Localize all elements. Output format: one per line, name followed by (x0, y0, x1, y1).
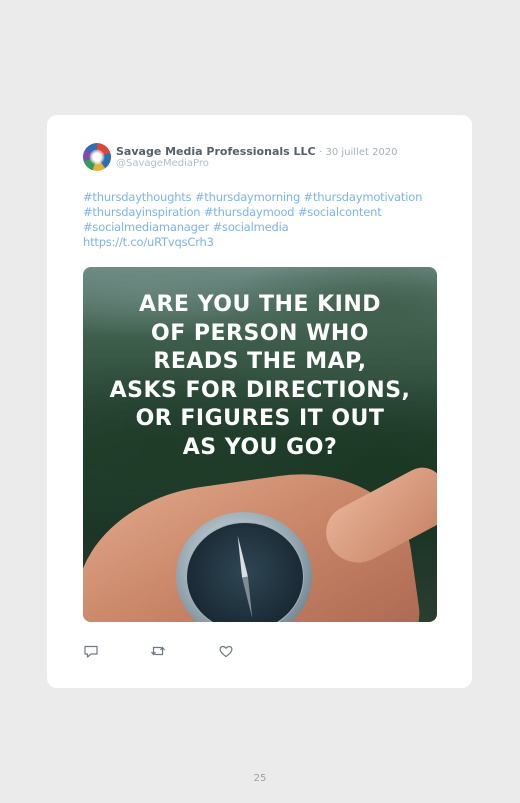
tweet-date[interactable]: · 30 juillet 2020 (319, 147, 397, 158)
reply-icon[interactable] (83, 643, 99, 659)
hashtag-line[interactable]: #socialmediamanager #socialmedia (83, 220, 443, 235)
hashtag-line[interactable]: #thursdaythoughts #thursdaymorning #thur… (83, 190, 443, 205)
compass-face (186, 522, 304, 622)
page-number: 25 (253, 773, 267, 784)
caption-line: READS THE MAP, (153, 349, 367, 374)
author-handle[interactable]: @SavageMediaPro (116, 158, 209, 169)
heart-icon[interactable] (218, 643, 234, 659)
hashtag-line[interactable]: #thursdayinspiration #thursdaymood #soci… (83, 205, 443, 220)
caption-line: OR FIGURES IT OUT (135, 406, 385, 431)
caption-line: AS YOU GO? (182, 434, 338, 460)
retweet-icon[interactable] (150, 643, 166, 659)
image-caption: ARE YOU THE KIND OF PERSON WHO READS THE… (83, 291, 437, 462)
author-line: Savage Media Professionals LLC · 30 juil… (116, 145, 398, 158)
tweet-card: Savage Media Professionals LLC · 30 juil… (47, 115, 472, 688)
caption-line: ARE YOU THE KIND (138, 292, 382, 317)
author-name[interactable]: Savage Media Professionals LLC (116, 145, 316, 158)
tweet-text: #thursdaythoughts #thursdaymorning #thur… (83, 190, 443, 250)
caption-line: OF PERSON WHO (151, 320, 369, 346)
tweet-link[interactable]: https://t.co/uRTvqsCrh3 (83, 235, 443, 250)
caption-line: ASKS FOR DIRECTIONS, (109, 377, 411, 403)
tweet-image[interactable]: ARE YOU THE KIND OF PERSON WHO READS THE… (83, 267, 437, 622)
avatar[interactable] (83, 143, 111, 171)
compass-needle (235, 535, 255, 619)
